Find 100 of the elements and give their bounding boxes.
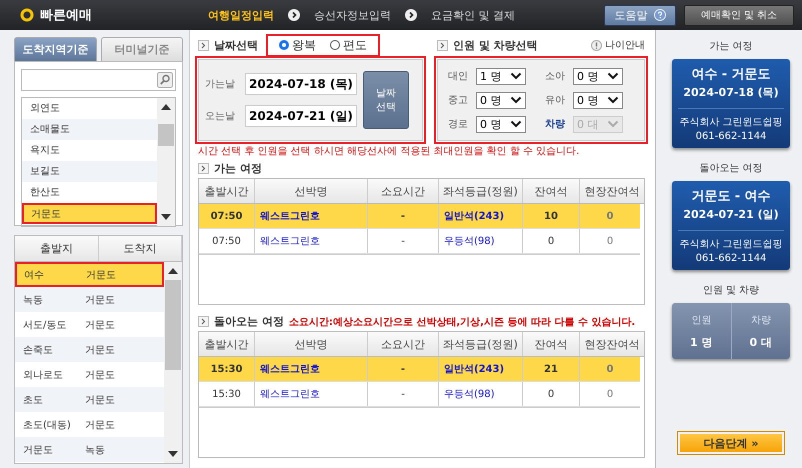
column-header: 도착지 [98, 236, 182, 261]
route-text: 거문도 - 여수 [690, 188, 772, 205]
table-cell: - [368, 357, 439, 382]
column-header: 선박명 [255, 179, 368, 204]
region-item[interactable]: 거문도 [22, 203, 157, 224]
trip-type-radio[interactable]: 왕복 [279, 36, 316, 54]
arrow-box-icon [437, 40, 448, 50]
count-value: 0 대 [750, 334, 772, 350]
section-title: 인원 및 차량선택 [453, 38, 538, 52]
chevron-icon [288, 9, 300, 21]
column-header: 출발시간 [199, 179, 255, 204]
table-cell: 15:30 [199, 382, 255, 406]
field-label: 소아 [545, 70, 566, 83]
step-tab[interactable]: 요금확인 및 결제 [431, 8, 515, 22]
company-text: 주식회사 그린윈드쉽핑 [678, 238, 784, 251]
section-title: 가는 여정 [214, 161, 262, 176]
arrival-text: 거문도 [85, 394, 115, 406]
step-tab[interactable]: 여행일정입력 [208, 8, 274, 22]
column-header: 선박명 [255, 332, 368, 356]
route-item[interactable]: 여수 거문도 [15, 262, 164, 287]
trip-type-radio[interactable]: 편도 [330, 36, 367, 54]
departure-text: 손죽도 [23, 344, 54, 356]
schedule-row[interactable]: 15:30 웨스트그린호 - 우등석(98) 0 0 [199, 382, 640, 408]
region-item[interactable]: 욕지도 [22, 140, 157, 161]
section-label: 인원 및 차량 [702, 284, 760, 297]
route-item[interactable]: 서도/동도 거문도 [15, 312, 164, 337]
table-cell: 우등석(98) [439, 229, 523, 254]
arrow-box-icon [198, 40, 209, 50]
arrival-text: 거문도 [86, 268, 116, 282]
count-dropdown[interactable]: 0 명 [573, 92, 623, 108]
schedule-row[interactable]: 15:30 웨스트그린호 - 일반석(243) 21 0 [199, 357, 640, 382]
search-icon[interactable] [157, 72, 173, 88]
field-label: 경로 [448, 118, 469, 131]
arrival-text: 거문도 [85, 368, 115, 382]
next-step-button[interactable]: 다음단계 » [677, 431, 785, 455]
reservation-check-button[interactable]: 예매확인 및 취소 [684, 4, 794, 26]
table-cell: 일반석(243) [439, 204, 523, 228]
column-header: 좌석등급(정원) [439, 179, 523, 204]
chevron-down-icon [607, 120, 619, 128]
date-select-button[interactable]: 날짜 선택 [363, 71, 409, 129]
route-item[interactable]: 거문도 녹동 [15, 437, 164, 462]
chevron-down-icon [510, 96, 522, 104]
count-label: 차량 [750, 314, 771, 326]
departure-text: 서도/동도 [23, 318, 68, 332]
date-field[interactable]: 2024-07-21 (일) [245, 105, 357, 127]
route-item[interactable]: 손죽도 거문도 [15, 337, 164, 362]
schedule-row[interactable]: 07:50 웨스트그린호 - 일반석(243) 10 0 [199, 204, 640, 230]
table-cell: 0 [523, 229, 580, 254]
count-label: 인원 [691, 314, 712, 326]
route-item[interactable]: 초도 거문도 [15, 387, 164, 412]
field-label: 차량 [545, 118, 566, 131]
date-text: 2024-07-21 (일) [682, 207, 780, 222]
table-cell: 21 [523, 357, 580, 382]
question-icon [654, 9, 666, 21]
notice-text: 시간 선택 후 인원을 선택 하시면 해당선사에 적용된 최대인원을 확인 할 수 있습니다. [198, 145, 580, 158]
count-value: 1 명 [690, 334, 712, 350]
column-header: 현장잔여석 [584, 336, 640, 353]
region-item[interactable]: 보길도 [22, 161, 157, 182]
chevron-down-icon [510, 72, 522, 80]
region-item[interactable]: 소매물도 [22, 119, 157, 140]
route-text: 여수 - 거문도 [690, 66, 772, 83]
scrollbar[interactable] [164, 262, 182, 463]
region-item[interactable]: 외연도 [22, 98, 157, 119]
table-cell: 웨스트그린호 [255, 357, 368, 382]
arrival-text: 거문도 [85, 418, 115, 432]
field-label: 오는날 [205, 110, 236, 123]
route-item[interactable]: 초도(대동) 거문도 [15, 412, 164, 437]
table-cell: 0 [523, 382, 580, 406]
count-dropdown[interactable]: 0 명 [476, 92, 526, 108]
step-tab[interactable]: 승선자정보입력 [314, 8, 391, 22]
section-title: 날짜선택 [214, 38, 258, 52]
table-cell: 07:50 [199, 204, 255, 228]
chevron-down-icon [607, 96, 619, 104]
route-item[interactable]: 녹동 거문도 [15, 287, 164, 312]
table-cell: 우등석(98) [439, 382, 523, 406]
region-item[interactable]: 한산도 [22, 182, 157, 203]
field-label: 중고 [448, 94, 469, 107]
date-field[interactable]: 2024-07-18 (목) [245, 73, 357, 95]
scrollbar[interactable] [157, 98, 175, 226]
arrival-text: 거문도 [85, 344, 115, 356]
departure-text: 거문도 [23, 444, 54, 456]
column-header: 잔여석 [523, 179, 580, 204]
route-item[interactable]: 외나로도 거문도 [15, 362, 164, 387]
table-cell: - [368, 382, 439, 406]
circle-icon [20, 8, 34, 22]
table-cell-text: 0 [606, 234, 614, 249]
phone-text: 061-662-1144 [694, 253, 768, 264]
search-field[interactable] [21, 69, 176, 91]
arrival-text: 거문도 [85, 294, 115, 306]
schedule-row[interactable]: 07:50 웨스트그린호 - 우등석(98) 0 0 [199, 229, 640, 254]
departure-text: 녹동 [23, 294, 44, 306]
count-dropdown[interactable]: 0 명 [476, 116, 526, 132]
age-info-link[interactable]: 나이안내 [591, 38, 645, 52]
chevron-down-icon [510, 120, 522, 128]
field-label: 유아 [545, 94, 566, 107]
section-title: 돌아오는 여정 [214, 314, 284, 330]
field-label: 대인 [448, 70, 469, 83]
count-dropdown[interactable]: 1 명 [476, 68, 526, 84]
date-text: 2024-07-18 (목) [682, 85, 780, 100]
count-dropdown[interactable]: 0 명 [573, 68, 623, 84]
